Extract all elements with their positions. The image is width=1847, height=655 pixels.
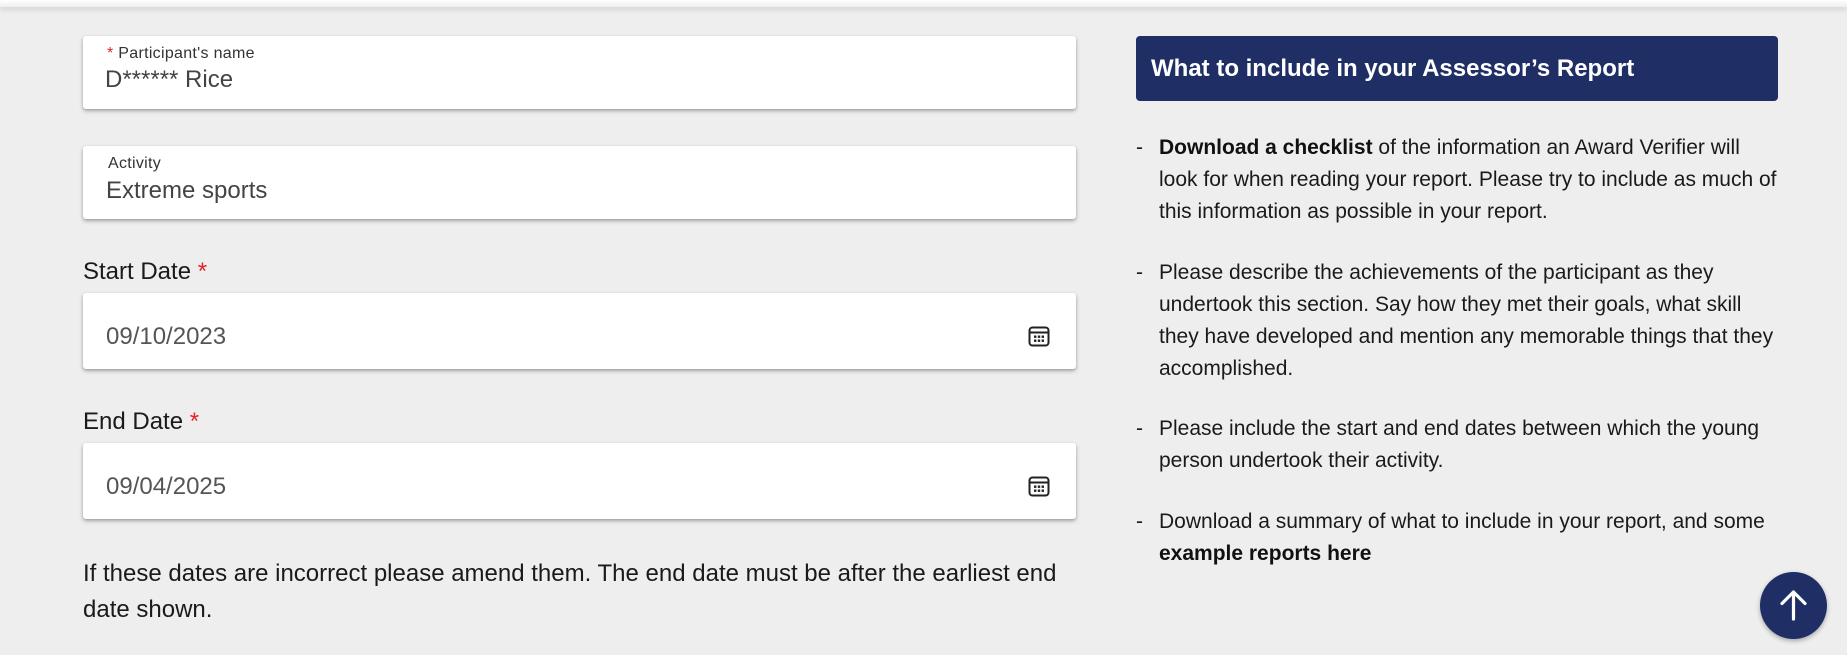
end-date-label: End Date *: [83, 408, 199, 436]
participant-name-field[interactable]: * Participant's name D****** Rice: [83, 36, 1076, 109]
scroll-to-top-button[interactable]: [1760, 572, 1827, 639]
bullet-dash: -: [1136, 510, 1143, 533]
bullet-text: Download a summary of what to include in…: [1159, 506, 1779, 570]
bullet-text: Please describe the achievements of the …: [1159, 261, 1774, 380]
start-date-label: Start Date *: [83, 258, 207, 286]
arrow-up-icon: [1780, 590, 1807, 621]
participant-name-label: * Participant's name: [107, 45, 255, 63]
bullet-body: Download a summary of what to include in…: [1159, 510, 1765, 533]
bullet-dash: -: [1136, 417, 1143, 440]
example-reports-link[interactable]: example reports here: [1159, 542, 1371, 565]
bullet-text: Download a checklist of the information …: [1159, 132, 1779, 228]
date-help-text: If these dates are incorrect please amen…: [83, 560, 1057, 623]
calendar-icon[interactable]: [1028, 325, 1050, 347]
bullet-text: Please include the start and end dates b…: [1159, 417, 1760, 472]
end-date-label-text: End Date: [83, 408, 184, 435]
bullet-dash: -: [1136, 136, 1143, 159]
end-date-input[interactable]: 09/04/2025: [83, 443, 1076, 519]
activity-value: Extreme sports: [106, 177, 268, 204]
download-checklist-link[interactable]: Download a checklist: [1159, 136, 1373, 159]
calendar-icon[interactable]: [1028, 475, 1050, 497]
activity-field[interactable]: Activity Extreme sports: [83, 146, 1076, 219]
participant-name-value: D****** Rice: [105, 66, 234, 93]
start-date-label-text: Start Date: [83, 258, 192, 285]
end-date-value: 09/04/2025: [106, 473, 227, 500]
header-shadow: [0, 0, 1847, 7]
bullet-dash: -: [1136, 261, 1143, 284]
start-date-value: 09/10/2023: [106, 323, 227, 350]
activity-label: Activity: [108, 155, 162, 172]
assessor-report-heading: What to include in your Assessor’s Repor…: [1136, 36, 1778, 101]
start-date-input[interactable]: 09/10/2023: [83, 293, 1076, 369]
required-marker: *: [197, 258, 208, 285]
required-marker: *: [189, 408, 200, 435]
required-marker: *: [107, 45, 114, 62]
participant-name-label-text: Participant's name: [118, 45, 255, 62]
